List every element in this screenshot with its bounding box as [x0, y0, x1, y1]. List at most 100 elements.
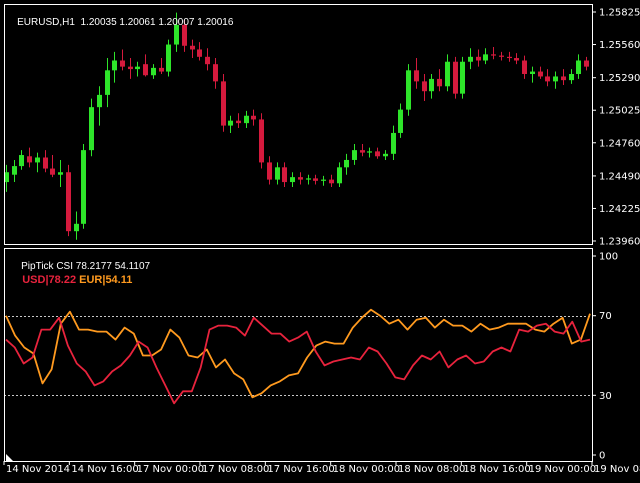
- candle-body: [507, 56, 512, 59]
- candle-body: [298, 177, 303, 180]
- candle-body: [128, 66, 133, 70]
- price-tick-label: 1.24760: [599, 138, 640, 149]
- symbol-timeframe: EURUSD,H1: [17, 17, 75, 28]
- candle-body: [259, 119, 264, 163]
- candle-body: [437, 78, 442, 87]
- candle-body: [244, 115, 249, 124]
- price-candles: [4, 12, 589, 240]
- indicator-tick-label: 70: [599, 311, 612, 322]
- candle-body: [105, 70, 110, 95]
- candle-body: [460, 61, 465, 94]
- candle-body: [19, 155, 24, 167]
- price-tick-label: 1.25560: [599, 40, 640, 51]
- price-tick-label: 1.25825: [599, 8, 640, 19]
- candle-body: [151, 67, 156, 76]
- candle-body: [375, 151, 380, 157]
- indicator-tick-label: 0: [599, 451, 605, 462]
- candle-body: [143, 64, 148, 76]
- candle-body: [321, 179, 326, 181]
- candle-body: [89, 107, 94, 151]
- price-tick-label: 1.23960: [599, 237, 640, 248]
- candle-body: [491, 54, 496, 56]
- candle-body: [313, 178, 318, 181]
- time-tick-label: 17 Nov 08:00: [202, 464, 269, 475]
- time-tick-label: 18 Nov 16:00: [463, 464, 530, 475]
- candle-body: [50, 168, 55, 175]
- candle-body: [337, 167, 342, 184]
- indicator-plot: [4, 308, 592, 405]
- candle-body: [120, 60, 125, 67]
- candle-body: [12, 166, 17, 175]
- candle-body: [383, 153, 388, 157]
- usd-strength-label: USD|78.22: [22, 274, 77, 286]
- candle-body: [213, 64, 218, 82]
- indicator-tick-label: 30: [599, 391, 612, 402]
- candle-body: [530, 71, 535, 75]
- candle-body: [290, 177, 295, 183]
- candle-body: [74, 223, 79, 232]
- candle-body: [43, 157, 48, 169]
- candle-body: [561, 76, 566, 81]
- candle-body: [58, 172, 63, 175]
- candle-body: [483, 54, 488, 61]
- candle-body: [576, 60, 581, 75]
- candle-body: [221, 81, 226, 126]
- time-tick-label: 19 Nov 00:00: [529, 464, 596, 475]
- candle-body: [97, 94, 102, 108]
- price-header: EURUSD,H1 1.20035 1.20061 1.20007 1.2001…: [6, 6, 233, 39]
- time-tick-label: 14 Nov 16:00: [71, 464, 138, 475]
- chart-shift-marker: [6, 454, 13, 461]
- candle-body: [27, 156, 32, 163]
- candle-body: [282, 167, 287, 183]
- candle-body: [190, 45, 195, 50]
- price-tick-label: 1.25025: [599, 106, 640, 117]
- indicator-tick-label: 100: [599, 252, 618, 263]
- candle-body: [275, 167, 280, 180]
- candle-body: [422, 81, 427, 92]
- candle-body: [545, 76, 550, 82]
- chart-window[interactable]: 1.25825 1.25560 1.25290 1.25025 1.24760 1.244…: [0, 0, 640, 480]
- candle-body: [66, 172, 71, 232]
- candle-body: [391, 132, 396, 154]
- price-tick-label: 1.24490: [599, 171, 640, 182]
- candle-body: [251, 115, 256, 120]
- candle-body: [81, 150, 86, 224]
- candle-body: [468, 56, 473, 62]
- ohlc-values: 1.20035 1.20061 1.20007 1.20016: [80, 17, 234, 28]
- candle-body: [228, 120, 233, 126]
- candle-body: [159, 67, 164, 72]
- candle-body: [344, 159, 349, 168]
- candle-body: [398, 109, 403, 133]
- time-tick-label: 18 Nov 08:00: [398, 464, 465, 475]
- candle-body: [205, 56, 210, 65]
- candle-body: [35, 157, 40, 163]
- candle-body: [267, 162, 272, 180]
- price-tick-label: 1.24225: [599, 204, 640, 215]
- time-axis: 14 Nov 2014 14 Nov 16:0017 Nov 00:0017 No…: [3, 461, 640, 475]
- time-tick-label: 18 Nov 00:00: [333, 464, 400, 475]
- time-tick-label: 17 Nov 16:00: [267, 464, 334, 475]
- chart-canvas[interactable]: 1.25825 1.25560 1.25290 1.25025 1.24760 1.244…: [0, 0, 640, 480]
- candle-body: [112, 60, 117, 71]
- candle-body: [476, 56, 481, 61]
- candle-body: [414, 70, 419, 82]
- candle-body: [197, 49, 202, 57]
- candle-body: [329, 179, 334, 184]
- eur-strength-label: EUR|54.11: [79, 274, 133, 286]
- candle-body: [522, 60, 527, 75]
- candle-body: [429, 78, 434, 92]
- candle-body: [453, 61, 458, 94]
- currency-strength-labels: USD|78.22 EUR|54.11: [10, 262, 132, 298]
- candle-body: [406, 70, 411, 110]
- time-tick-label: 19 Nov 08:00: [594, 464, 640, 475]
- indicator-axis: 100 70 30 0: [592, 252, 618, 462]
- candle-body: [306, 178, 311, 180]
- candle-body: [499, 55, 504, 57]
- candle-body: [445, 61, 450, 87]
- candle-body: [514, 58, 519, 61]
- price-tick-label: 1.25290: [599, 73, 640, 84]
- candle-body: [553, 76, 558, 82]
- candle-body: [569, 74, 574, 81]
- candle-body: [166, 44, 171, 72]
- panel-borders: [4, 4, 593, 462]
